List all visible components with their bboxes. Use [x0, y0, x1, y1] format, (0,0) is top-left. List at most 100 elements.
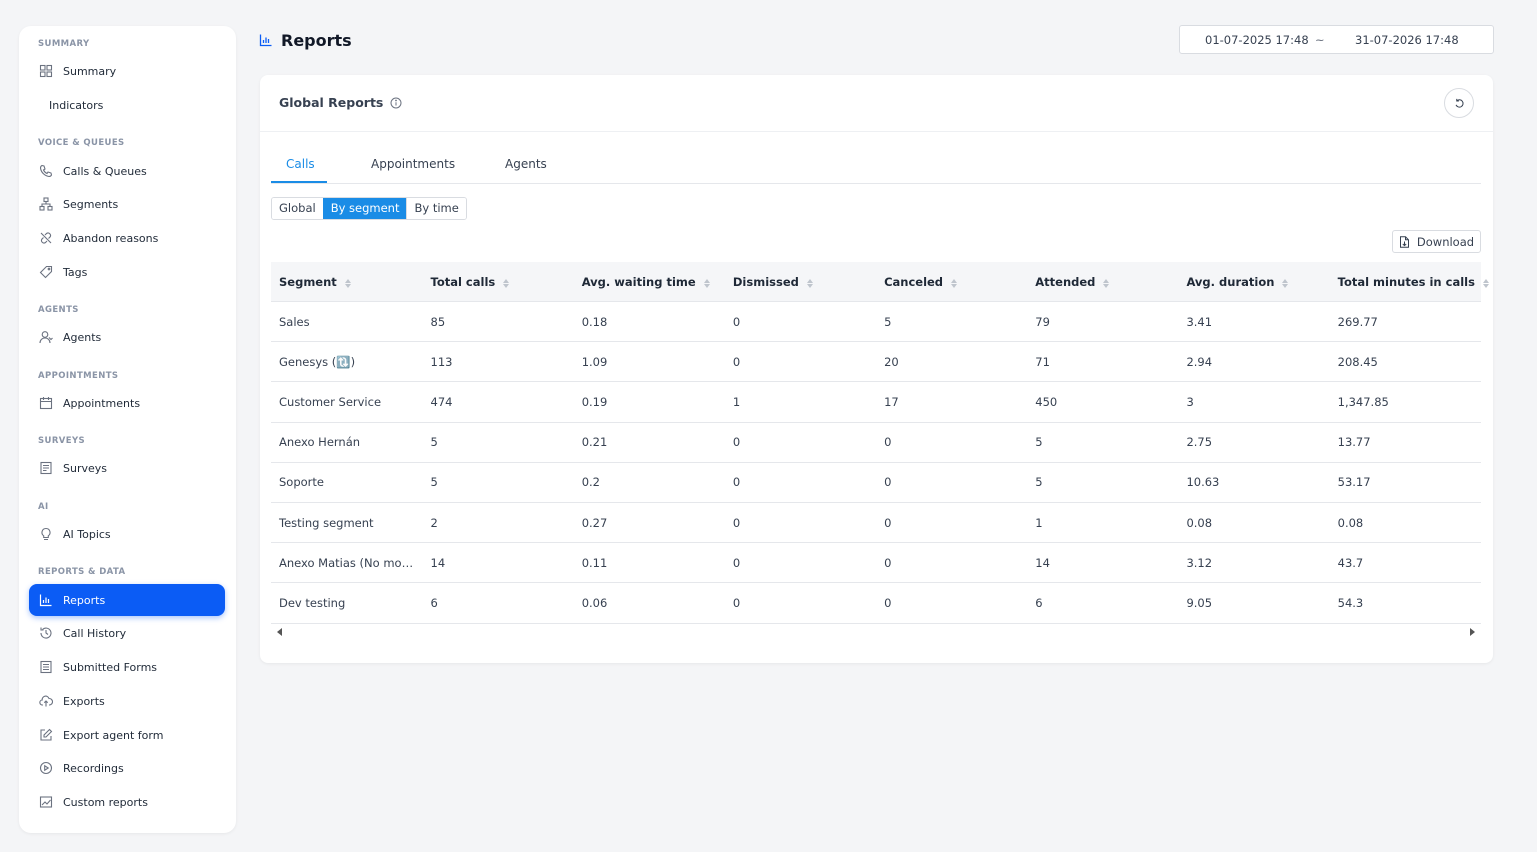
sidebar-item-agents[interactable]: Agents — [29, 321, 225, 353]
sort-icon[interactable] — [806, 278, 813, 288]
sort-icon[interactable] — [1282, 278, 1289, 288]
cell-segment: Testing segment — [279, 515, 374, 530]
cell-avg-waiting-time: 0.11 — [581, 555, 608, 570]
column-header-avg-duration[interactable]: Avg. duration — [1178, 275, 1329, 289]
column-header-total-calls[interactable]: Total calls — [423, 275, 574, 289]
sidebar-item-summary[interactable]: Summary — [29, 55, 225, 87]
page-title: Reports — [259, 29, 352, 51]
section-surveys: SURVEYS — [38, 436, 86, 446]
cell-total-minutes: 53.17 — [1337, 475, 1371, 490]
table-row: Soporte 5 0.2 0 0 5 10.63 53.17 — [271, 463, 1481, 503]
segment-by-time[interactable]: By time — [406, 198, 466, 219]
sidebar-item-abandon-reasons[interactable]: Abandon reasons — [29, 222, 225, 254]
sidebar-item-label: Abandon reasons — [63, 231, 159, 245]
refresh-button[interactable] — [1444, 88, 1474, 118]
sidebar-item-submitted-forms[interactable]: Submitted Forms — [29, 651, 225, 683]
sidebar-item-label: Calls & Queues — [63, 164, 147, 178]
table-header: Segment Total calls Avg. waiting time Di… — [271, 262, 1489, 302]
section-ai: AI — [38, 502, 49, 512]
sort-icon[interactable] — [951, 278, 958, 288]
sidebar-item-tags[interactable]: Tags — [29, 256, 225, 288]
global-reports-card: Global Reports Calls Appointments Agents… — [260, 75, 1493, 663]
cell-segment: Sales — [279, 314, 310, 329]
sidebar-item-reports[interactable]: Reports — [29, 584, 225, 616]
cell-total-minutes: 269.77 — [1337, 314, 1378, 329]
tag-icon — [39, 265, 53, 279]
sidebar-item-label: Reports — [63, 593, 106, 607]
unlink-icon — [39, 231, 53, 245]
cell-total-calls: 14 — [430, 555, 446, 570]
cell-total-calls: 6 — [430, 595, 438, 610]
sidebar-item-appointments[interactable]: Appointments — [29, 387, 225, 419]
sidebar-item-export-agent-form[interactable]: Export agent form — [29, 719, 225, 751]
segment-by-segment[interactable]: By segment — [322, 198, 407, 219]
sidebar-item-call-history[interactable]: Call History — [29, 617, 225, 649]
cell-dismissed: 0 — [732, 595, 741, 610]
scroll-right-icon[interactable] — [1470, 628, 1475, 636]
cell-total-minutes: 1,347.85 — [1337, 394, 1389, 409]
sidebar-item-recordings[interactable]: Recordings — [29, 752, 225, 784]
cell-avg-duration: 2.75 — [1186, 435, 1213, 450]
sidebar-item-segments[interactable]: Segments — [29, 188, 225, 220]
grid-icon — [39, 64, 53, 78]
sidebar-item-label: Indicators — [49, 98, 104, 112]
sort-icon[interactable] — [703, 278, 710, 288]
sort-icon[interactable] — [1103, 278, 1110, 288]
table-row: Anexo Hernán 5 0.21 0 0 5 2.75 13.77 — [271, 423, 1481, 463]
sort-icon[interactable] — [1482, 278, 1489, 288]
sidebar-item-indicators[interactable]: Indicators — [29, 89, 225, 121]
sidebar-item-calls-queues[interactable]: Calls & Queues — [29, 155, 225, 187]
sidebar-item-label: Exports — [63, 694, 105, 708]
date-from[interactable]: 01-07-2025 17:48 — [1205, 33, 1315, 47]
cell-total-minutes: 0.08 — [1337, 515, 1364, 530]
table-row: Customer Service 474 0.19 1 17 450 3 1,3… — [271, 382, 1481, 423]
cell-total-calls: 5 — [430, 435, 438, 450]
info-icon[interactable] — [390, 97, 402, 109]
cell-avg-duration: 3.12 — [1186, 555, 1213, 570]
cell-avg-waiting-time: 0.21 — [581, 435, 608, 450]
line-chart-icon — [39, 795, 53, 809]
cell-total-minutes: 54.3 — [1337, 595, 1364, 610]
column-header-dismissed[interactable]: Dismissed — [725, 275, 876, 289]
column-header-attended[interactable]: Attended — [1027, 275, 1178, 289]
segment-global[interactable]: Global — [272, 198, 323, 219]
cell-attended: 5 — [1035, 435, 1043, 450]
segments-table: Segment Total calls Avg. waiting time Di… — [271, 262, 1489, 624]
download-button[interactable]: Download — [1392, 230, 1481, 253]
section-appointments: APPOINTMENTS — [38, 371, 119, 381]
active-tab-indicator — [271, 181, 327, 183]
sidebar-item-exports[interactable]: Exports — [29, 685, 225, 717]
cell-avg-waiting-time: 0.2 — [581, 475, 600, 490]
sidebar-item-custom-reports[interactable]: Custom reports — [29, 786, 225, 818]
cell-segment: Anexo Matias (No mod... — [279, 555, 420, 570]
tab-appointments[interactable]: Appointments — [371, 157, 455, 171]
column-header-avg-waiting-time[interactable]: Avg. waiting time — [574, 275, 725, 289]
section-reports-data: REPORTS & DATA — [38, 567, 126, 577]
cell-attended: 450 — [1035, 394, 1058, 409]
sidebar: SUMMARY Summary Indicators VOICE & QUEUE… — [19, 26, 236, 833]
sort-icon[interactable] — [503, 278, 510, 288]
cell-avg-waiting-time: 1.09 — [581, 354, 608, 369]
cell-total-calls: 5 — [430, 475, 438, 490]
sidebar-item-label: Agents — [63, 330, 102, 344]
tab-agents[interactable]: Agents — [505, 157, 547, 171]
phone-icon — [39, 164, 53, 178]
horizontal-scrollbar[interactable] — [271, 626, 1481, 638]
sidebar-item-label: AI Topics — [63, 527, 111, 541]
sidebar-item-ai-topics[interactable]: AI Topics — [29, 518, 225, 550]
date-to[interactable]: 31-07-2026 17:48 — [1355, 33, 1459, 47]
cell-total-minutes: 208.45 — [1337, 354, 1378, 369]
sort-icon[interactable] — [344, 278, 351, 288]
cell-canceled: 0 — [884, 435, 892, 450]
edit-icon — [39, 728, 53, 742]
column-header-segment[interactable]: Segment — [271, 275, 423, 289]
tab-calls[interactable]: Calls — [286, 157, 315, 171]
scroll-left-icon[interactable] — [277, 628, 282, 636]
date-range-picker[interactable]: 01-07-2025 17:48 ~ 31-07-2026 17:48 — [1179, 25, 1494, 54]
column-header-total-minutes[interactable]: Total minutes in calls — [1330, 275, 1489, 289]
sidebar-item-surveys[interactable]: Surveys — [29, 452, 225, 484]
card-header: Global Reports — [260, 75, 1493, 132]
cell-canceled: 0 — [884, 515, 892, 530]
cell-attended: 6 — [1035, 595, 1043, 610]
column-header-canceled[interactable]: Canceled — [876, 275, 1027, 289]
